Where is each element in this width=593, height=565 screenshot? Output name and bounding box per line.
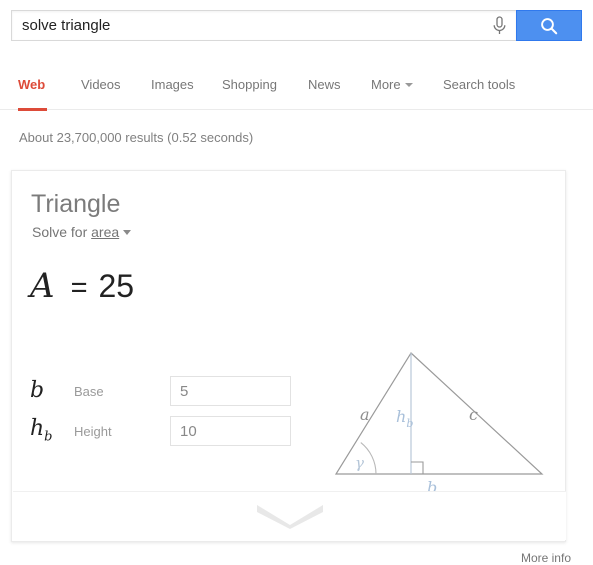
magnifier-icon [541,17,558,34]
triangle-calculator-card: Triangle Solve for area A = 25 b Base hb… [11,170,566,542]
field-symbol-height-main: h [30,416,45,442]
field-row-base: b Base [30,376,291,406]
active-tab-underline [18,108,47,111]
triangle-diagram: a c hb b γ [334,352,544,496]
diagram-label-height-sub: b [406,417,413,430]
field-symbol-base: b [30,378,45,403]
result-stats: About 23,700,000 results (0.52 seconds) [19,130,254,145]
search-input[interactable] [12,11,482,40]
height-input[interactable] [170,416,291,446]
page-title: Triangle [31,190,121,218]
tab-images[interactable]: Images [151,77,194,93]
result-symbol: A [30,266,55,306]
equals-sign: = [70,272,88,304]
tab-images-label: Images [151,77,194,92]
solve-for-dropdown[interactable]: area [91,224,119,240]
solve-for-row: Solve for area [32,223,132,241]
tab-news-label: News [308,77,341,92]
tab-web-label: Web [18,77,46,92]
tab-shopping-label: Shopping [222,77,277,92]
field-label-height: Height [74,423,112,439]
field-row-height: hb Height [30,416,291,446]
diagram-label-a: a [360,405,370,424]
tab-more-label: More [371,77,401,92]
field-label-base: Base [74,383,104,399]
expand-card-button[interactable] [13,491,566,540]
tab-news[interactable]: News [308,77,341,93]
more-info-link[interactable]: More info [521,551,571,565]
search-button[interactable] [516,10,582,41]
solve-for-prefix: Solve for [32,224,88,240]
tab-shopping[interactable]: Shopping [222,77,277,93]
result-value: 25 [98,268,135,304]
search-bar [11,10,582,41]
chevron-down-icon[interactable] [123,229,132,235]
tab-videos[interactable]: Videos [81,77,121,93]
field-symbol-height-sub: b [44,429,53,445]
base-input[interactable] [170,376,291,406]
result-expression: A = 25 [30,269,134,303]
field-symbol-height: hb [30,416,74,445]
chevron-down-icon [404,82,413,87]
search-input-container [11,10,516,41]
microphone-icon[interactable] [482,15,516,36]
chevron-down-icon [256,505,323,529]
tab-search-tools-label: Search tools [443,77,516,92]
tab-web[interactable]: Web [18,77,45,93]
tab-search-tools[interactable]: Search tools [443,77,515,93]
tab-videos-label: Videos [81,77,121,92]
search-nav-tabs: Web Videos Images Shopping News More Sea… [0,66,593,111]
diagram-label-angle: γ [355,454,364,472]
diagram-label-c: c [469,405,478,424]
diagram-label-height-main: h [396,407,406,426]
tab-more[interactable]: More [371,77,413,93]
